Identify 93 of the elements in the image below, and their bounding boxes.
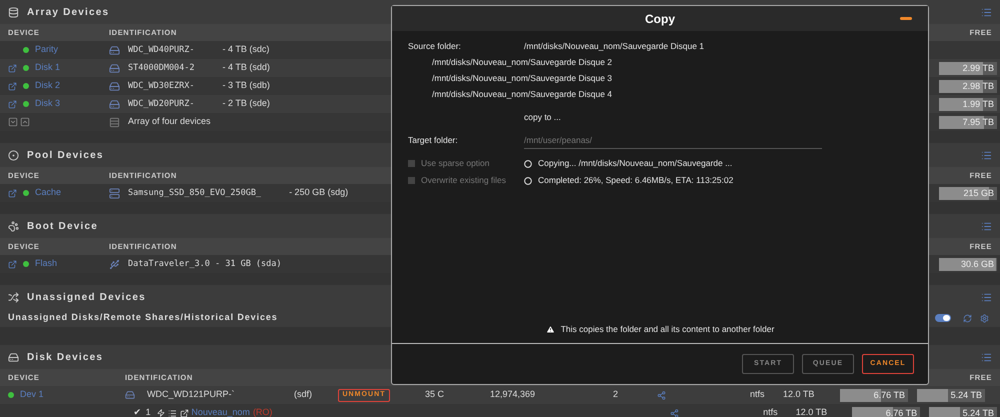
dialog-title: Copy (645, 10, 675, 28)
device-link[interactable]: Disk 3 (35, 97, 60, 111)
array-summary: Array of four devices (128, 115, 211, 128)
option-label: Use sparse option (421, 157, 490, 170)
status-text: Completed: 26%, Speed: 6.46MB/s, ETA: 113:25:02 (538, 174, 734, 187)
drive-icon (109, 80, 120, 92)
device-size: - 4 TB (sdd) (222, 61, 270, 74)
read-count: 12,974,369 (490, 388, 536, 402)
device-size: - 250 GB (sdg) (289, 186, 348, 200)
drive-icon (109, 44, 120, 56)
device-size: - 3 TB (sdb) (222, 79, 270, 92)
expand-icon[interactable] (20, 117, 30, 127)
free-space-value: 5.24 TB (950, 388, 982, 402)
free-space-value: 30.6 GB (960, 258, 994, 270)
device-identification: Samsung_SSD_850_EVO_250GB_ (128, 186, 262, 200)
copy-to-text: copy to ... (523, 111, 562, 124)
drive-icon (109, 98, 120, 110)
partition-link[interactable]: Nouveau_nom (191, 406, 250, 417)
share-icon[interactable] (670, 408, 680, 417)
source-path: /mnt/disks/Nouveau_nom/Sauvegarde Disque 4 (431, 88, 614, 101)
device-size: - 4 TB (sdc) (222, 43, 270, 56)
count-value: 2 (613, 388, 620, 402)
device-link[interactable]: Disk 1 (35, 61, 60, 75)
share-icon[interactable] (657, 390, 666, 400)
source-path: /mnt/disks/Nouveau_nom/Sauvegarde Disque 3 (431, 72, 614, 85)
drive-icon (109, 62, 120, 74)
warning-icon (546, 324, 555, 334)
status-text: Copying... /mnt/disks/Nouveau_nom/Sauvegarde ... (538, 157, 732, 170)
target-folder-field[interactable]: /mnt/user/peanas/ (524, 131, 822, 149)
partition-number: 1 (146, 406, 151, 417)
menu-icon[interactable] (981, 292, 992, 302)
section-icon (8, 6, 19, 18)
device-size: - 2 TB (sde) (222, 97, 270, 110)
collapse-icon[interactable] (8, 117, 18, 127)
menu-icon[interactable] (981, 352, 992, 362)
menu-icon[interactable] (981, 6, 992, 18)
device-link[interactable]: Parity (35, 43, 58, 57)
device-identification: DataTraveler_3.0 - 31 GB (sda) (128, 258, 282, 270)
device-identification: WDC_WD20PURZ- (128, 98, 195, 110)
section-icon (8, 352, 19, 362)
drive-icon (109, 258, 120, 270)
section-title: Unassigned Devices (27, 290, 146, 304)
read-only-label: (RO) (252, 406, 272, 417)
warning-note: This copies the folder and all its content to another folder (560, 322, 774, 336)
section-icon (8, 150, 19, 160)
free-space-value: 6.76 TB (886, 406, 918, 417)
device-identification: WDC_WD30EZRX- (128, 80, 195, 92)
minimize-icon[interactable] (900, 17, 912, 20)
free-space-value: 1.99 TB (962, 98, 994, 110)
free-space-value: 2.99 TB (962, 62, 994, 74)
check-mark: ✔ (134, 406, 142, 417)
progress-circle-icon (524, 176, 532, 184)
device-name: (sdf) (294, 388, 313, 402)
source-path: /mnt/disks/Nouveau_nom/Sauvegarde Disque 1 (524, 40, 704, 52)
device-link[interactable]: Flash (35, 257, 58, 271)
section-title: Pool Devices (27, 148, 104, 162)
section-icon (8, 220, 19, 232)
device-link[interactable]: Cache (35, 186, 62, 200)
free-space-value: 7.95 TB (962, 116, 994, 128)
source-path: /mnt/disks/Nouveau_nom/Sauvegarde Disque 2 (431, 56, 614, 69)
temperature: 35 C (425, 388, 446, 402)
drive-icon (125, 390, 135, 400)
toggle-switch[interactable] (935, 314, 951, 322)
device-link[interactable]: Dev 1 (20, 388, 44, 402)
device-link[interactable]: Disk 2 (35, 79, 60, 93)
list-icon (168, 408, 176, 417)
device-identification: ST4000DM004-2 (128, 62, 195, 74)
free-space-value: 2.98 TB (962, 80, 994, 92)
section-subtitle: Unassigned Disks/Remote Shares/Historical Devices (8, 311, 278, 324)
menu-icon[interactable] (981, 220, 992, 232)
field-label: Source folder: (408, 40, 462, 52)
field-label: Target folder: (408, 134, 459, 146)
free-space-value: 5.24 TB (962, 406, 994, 417)
device-identification: WDC_WD40PURZ- (128, 44, 195, 56)
bolt-icon (156, 409, 165, 417)
disk-size: 12.0 TB (783, 388, 816, 402)
progress-circle-icon (524, 160, 532, 168)
section-title: Boot Device (27, 220, 98, 234)
section-title: Array Devices (27, 6, 110, 20)
filesystem: ntfs (763, 406, 779, 417)
drive-icon (109, 188, 120, 198)
refresh-icon[interactable] (963, 314, 972, 322)
menu-icon[interactable] (981, 150, 992, 160)
disk-identification: WDC_WD121PURP-` (147, 388, 236, 402)
filesystem: ntfs (750, 388, 766, 402)
array-icon (109, 116, 120, 128)
section-icon (8, 292, 19, 302)
option-label: Overwrite existing files (421, 174, 506, 187)
settings-icon[interactable] (980, 314, 989, 322)
free-space-value: 6.76 TB (874, 388, 905, 402)
free-space-value: 215 GB (963, 186, 994, 200)
disk-size: 12.0 TB (796, 406, 828, 417)
section-title: Disk Devices (27, 350, 104, 364)
